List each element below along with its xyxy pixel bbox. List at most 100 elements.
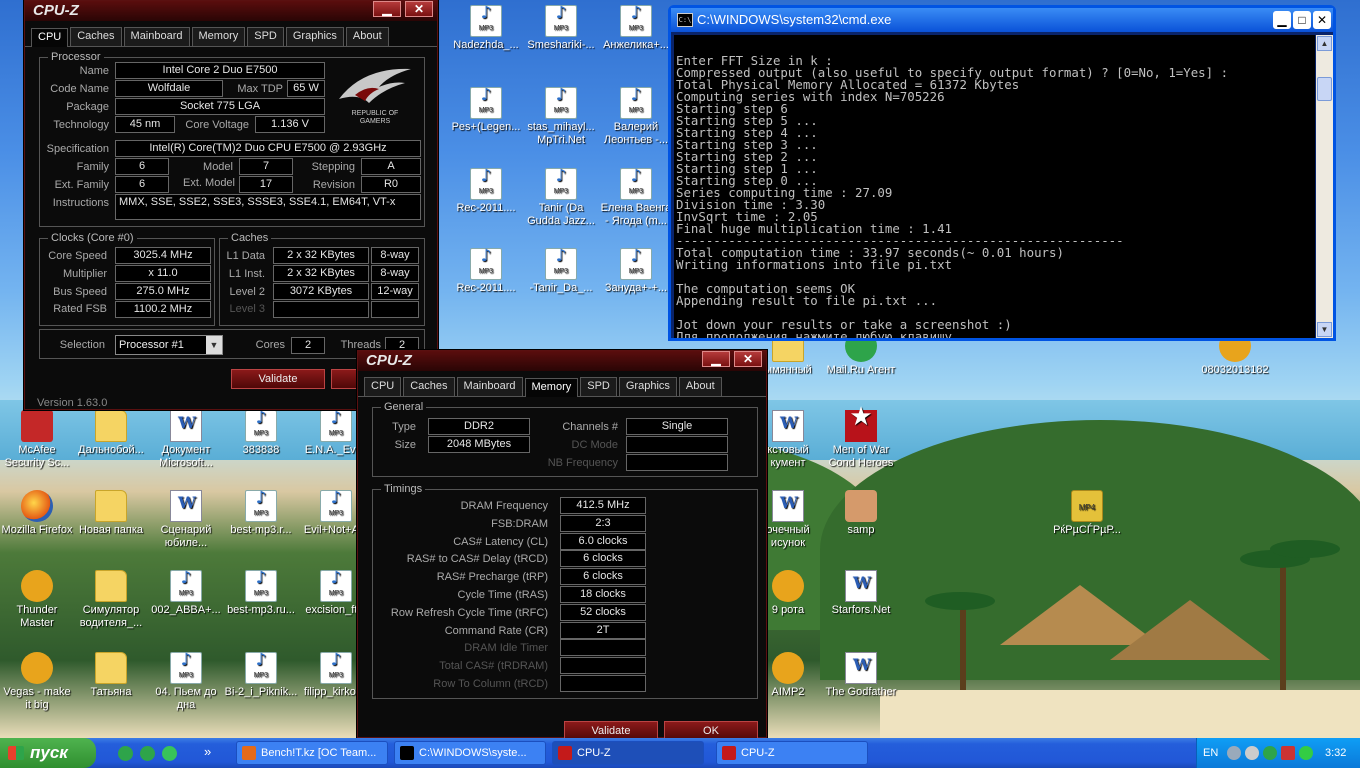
cmd-console-output[interactable]: Enter FFT Size in k : Compressed output (… [674,35,1315,338]
timing-label: Command Rate (CR) [444,624,548,637]
cpuz-titlebar[interactable]: CPU-Z ▁ ✕ [25,1,437,21]
desktop-icon-godfather[interactable]: The Godfather [824,652,898,699]
desktop-icon-label: Дальнобой... [78,444,144,456]
tab-caches[interactable]: Caches [70,27,122,46]
desktop-icon-label: Vegas - make it big [3,686,71,711]
mp3-file-icon [170,570,202,602]
family-value: 6 [115,158,169,175]
taskbar: пуск » Bench!T.kz [OC Team... C:\WINDOWS\… [0,738,1360,768]
tab-graphics[interactable]: Graphics [618,377,677,396]
corevoltage-value: 1.136 V [255,116,325,133]
desktop-icon-pes[interactable]: Pes+(Legen... [449,87,523,134]
tab-about[interactable]: About [345,27,389,46]
tray-icon[interactable] [1281,746,1295,760]
multiplier-value: x 11.0 [115,265,211,282]
desktop-icon-mcafee[interactable]: McAfee Security Sc... [0,410,74,470]
desktop-icon-bestmp3ru[interactable]: best-mp3.ru... [224,570,298,617]
clock[interactable]: 3:32 [1325,738,1346,768]
tab-graphics[interactable]: Graphics [285,27,344,46]
tray-icon[interactable] [1299,746,1313,760]
taskbar-button[interactable]: Bench!T.kz [OC Team... [236,741,388,765]
scroll-up-icon[interactable]: ▲ [1317,36,1332,51]
tab-caches[interactable]: Caches [403,377,455,396]
desktop-icon-thunder[interactable]: Thunder Master [0,570,74,630]
desktop-icon-mp4file[interactable]: РќРµСЃРµР... [1050,490,1124,537]
maximize-icon[interactable]: □ [1293,11,1311,29]
tab-cpu[interactable]: CPU [364,377,402,396]
tray-icon[interactable] [1227,746,1241,760]
taskbar-button[interactable]: C:\WINDOWS\syste... [394,741,546,765]
close-icon[interactable]: ✕ [1313,11,1331,29]
desktop-icon-menofwar[interactable]: Men of War Cond Heroes [824,410,898,470]
close-icon[interactable]: ✕ [734,351,762,367]
language-indicator[interactable]: EN [1203,738,1218,768]
tab-cpu[interactable]: CPU [31,28,69,47]
desktop-icon-tanir[interactable]: Tanir (Da Gudda Jazz... [524,168,598,228]
desktop-icon-nadezhda[interactable]: Nadezhda_... [449,5,523,52]
desktop-icon-scenario[interactable]: Сценарий юбиле... [149,490,223,550]
desktop-icon-vegas[interactable]: Vegas - make it big [0,652,74,712]
desktop-icon-bestmp3[interactable]: best-mp3.r... [224,490,298,537]
validate-button[interactable]: Validate [231,369,325,389]
desktop-icon-simulator[interactable]: Симулятор водителя_... [74,570,148,630]
scroll-thumb[interactable] [1317,77,1332,101]
tab-memory[interactable]: Memory [191,27,246,46]
tab-mainboard[interactable]: Mainboard [123,27,190,46]
desktop-icon-abba[interactable]: 002_ABBA+... [149,570,223,617]
close-icon[interactable]: ✕ [405,1,433,17]
timing-value: 6.0 clocks [560,532,646,550]
tab-memory[interactable]: Memory [524,378,579,397]
desktop-icon-docms[interactable]: Документ Microsoft... [149,410,223,470]
desktop-icon-anzhelika[interactable]: Анжелика+... [599,5,673,52]
quicklaunch-icon[interactable] [140,746,155,761]
cmd-titlebar[interactable]: C:\ C:\WINDOWS\system32\cmd.exe ▁ □ ✕ [671,8,1333,32]
clocks-group-title: Clocks (Core #0) [48,232,137,244]
quicklaunch-icon[interactable] [118,746,133,761]
package-label: Package [66,101,109,113]
desktop-icon-dalno[interactable]: Дальнобой... [74,410,148,457]
desktop-icon-tanir2[interactable]: -Tanir_Da_... [524,248,598,295]
cmd-scrollbar[interactable]: ▲ ▼ [1316,35,1333,338]
tab-spd[interactable]: SPD [247,27,284,46]
cpuz-window-cpu[interactable]: CPU-Z ▁ ✕ CPU Caches Mainboard Memory SPD Gra… [24,0,438,410]
tab-mainboard[interactable]: Mainboard [456,377,523,396]
mp3-file-icon [320,652,352,684]
desktop-icon-tatyana[interactable]: Татьяна [74,652,148,699]
quicklaunch-icon[interactable] [162,746,177,761]
app-icon [722,746,736,760]
cpuz-title: CPU-Z [33,2,79,19]
cpuz-window-memory[interactable]: CPU-Z ▁ ✕ CPU Caches Mainboard Memory SPD Gra… [357,350,767,741]
desktop-icon-starfors[interactable]: Starfors.Net [824,570,898,617]
taskbar-button[interactable]: CPU-Z [716,741,868,765]
chevron-down-icon[interactable]: ▼ [206,336,222,354]
desktop-icon-samp[interactable]: samp [824,490,898,537]
desktop-icon-rec1[interactable]: Rec-2011.... [449,168,523,215]
desktop-icon-stas[interactable]: stas_mihayl... MpTri.Net [524,87,598,147]
tab-about[interactable]: About [678,377,722,396]
start-button[interactable]: пуск [0,738,96,768]
tray-icon[interactable] [1263,746,1277,760]
desktop-icon-valeriy[interactable]: Валерий Леонтьев -... [599,87,673,147]
timing-label: FSB:DRAM [491,517,548,530]
minimize-icon[interactable]: ▁ [1273,11,1291,29]
desktop-icon-smeshariki[interactable]: Smeshariki-... [524,5,598,52]
scroll-down-icon[interactable]: ▼ [1317,322,1332,337]
processor-select[interactable]: Processor #1 ▼ [115,335,223,355]
desktop-icon-pyem[interactable]: 04. Пьем до дна [149,652,223,712]
minimize-icon[interactable]: ▁ [702,351,730,367]
cpuz-titlebar[interactable]: CPU-Z ▁ ✕ [358,351,766,371]
desktop-icon-newfolder[interactable]: Новая папка [74,490,148,537]
desktop-icon-elena[interactable]: Елена Ваенга - Ягода (m... [599,168,673,228]
desktop-icon-bi2[interactable]: Bi-2_i_Piknik... [224,652,298,699]
desktop-icon-firefox[interactable]: Mozilla Firefox [0,490,74,537]
cmd-window[interactable]: C:\ C:\WINDOWS\system32\cmd.exe ▁ □ ✕ En… [668,5,1336,341]
desktop-icon-n383[interactable]: 383838 [224,410,298,457]
desktop-icon-rec2[interactable]: Rec-2011.... [449,248,523,295]
quicklaunch-more-icon[interactable]: » [204,744,211,759]
taskbar-button[interactable]: CPU-Z [552,741,704,765]
tray-icon[interactable] [1245,746,1259,760]
console-line: Appending result to file pi.txt ... [676,293,938,308]
desktop-icon-zanuda[interactable]: Зануда+-+... [599,248,673,295]
minimize-icon[interactable]: ▁ [373,1,401,17]
tab-spd[interactable]: SPD [580,377,617,396]
